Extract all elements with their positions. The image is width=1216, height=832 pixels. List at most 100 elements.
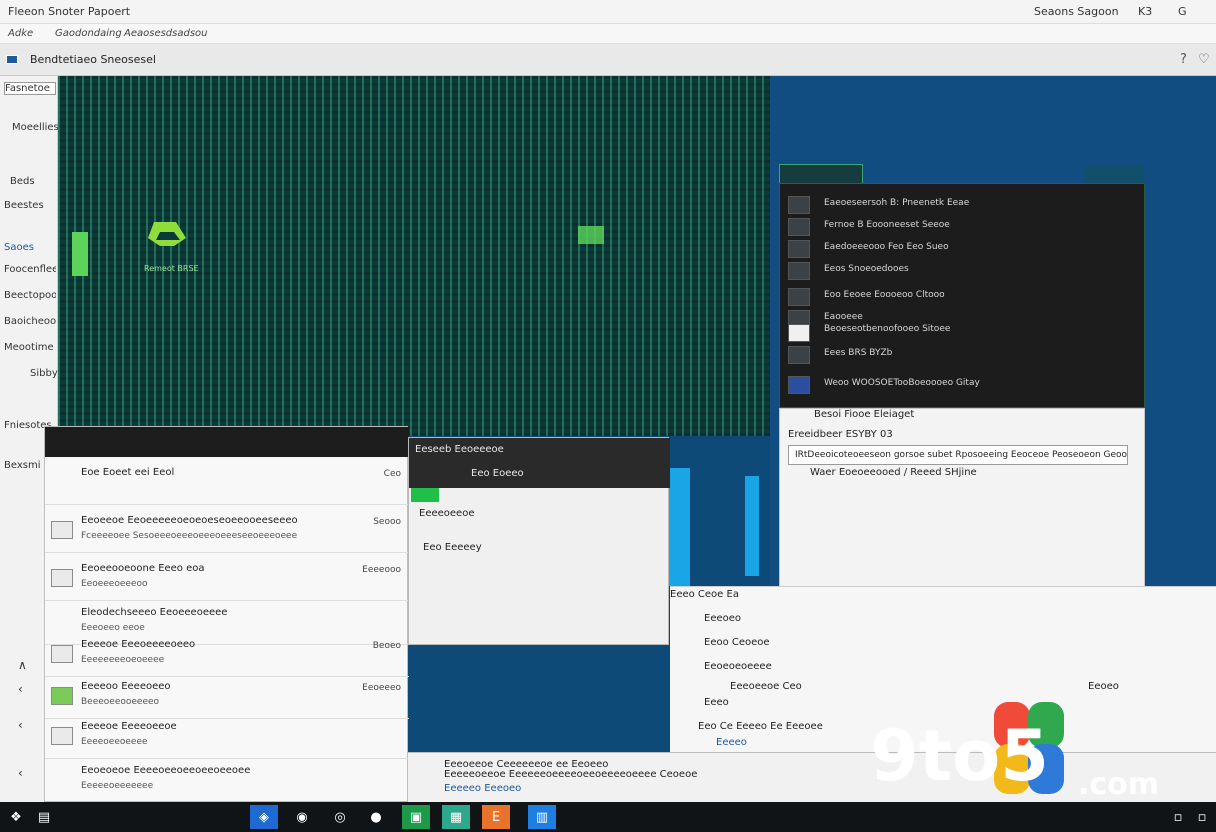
watermark-brand: 9to5	[870, 715, 1049, 797]
list-item[interactable]: Eeeeoo Eeeeoeeo Beeeoeeooeeeeo Eeoeeeo	[45, 675, 409, 719]
details-heading: Besoi Fiooe Eleiaget	[814, 409, 915, 420]
green-bar-left	[72, 232, 88, 276]
file-thumb-icon	[788, 218, 810, 236]
window-title: Fleeon Snoter Papoert	[8, 5, 131, 18]
right-window-tab[interactable]	[779, 164, 863, 184]
app6-icon[interactable]: E	[482, 805, 510, 829]
bottom-line-3: Eeoo Ceoeoe	[704, 637, 770, 648]
menu-item-3[interactable]: Aeaosesdsadsou	[124, 28, 208, 39]
list-item[interactable]: Eeeeoe Eeeoeeeeoeeo Eeeeeeeeoeoeeee Beoeo	[45, 633, 409, 677]
sidebar-item-1[interactable]: Moeellies	[12, 122, 64, 133]
app5-icon[interactable]: ▦	[442, 805, 470, 829]
middle-window-title: Eeseeb Eeoeeeoe	[415, 444, 504, 455]
bottom-line-mid: Eeeoeeoe Ceo	[730, 681, 802, 692]
list-item[interactable]: Eoo Eeoee Eoooeoo Cltooo	[788, 286, 1138, 308]
watermark-domain: .com	[1078, 767, 1159, 800]
list-item[interactable]: Weoo WOOSOETooBoeoooeo Gitay	[788, 374, 1138, 396]
sidebar-item-5[interactable]: Foocenflee	[4, 264, 56, 275]
app2-icon[interactable]: ◎	[326, 805, 354, 829]
list-item[interactable]: Beoeseotbenoofooeo Sitoee	[788, 322, 1138, 344]
taskbar: ❖ ▤ ◈ ◉ ◎ ● ▣ ▦ E ▥ ▫ ▫	[0, 802, 1216, 832]
file-icon[interactable]: ▤	[30, 805, 58, 829]
list-item[interactable]: Eeeeoe Eeeeoeeoe Eeeeoeeoeeee	[45, 715, 409, 759]
matrix-label: Remeot BRSE	[144, 264, 199, 273]
menu-item-2[interactable]: Gaodondaing	[55, 28, 122, 39]
list-item[interactable]: Eaedoeeeooo Feo Eeo Sueo	[788, 238, 1138, 260]
left-window-header	[45, 427, 409, 457]
sidebar-item-8[interactable]: Meootime	[4, 342, 56, 353]
folder-icon	[51, 521, 73, 539]
bottom-line-2: Eeeoeo	[704, 613, 742, 624]
bottom-line-right: Eeoeo	[1088, 681, 1119, 692]
list-item[interactable]: Eeoeeoe Eeoeeeeeoeoeoeseoeeooeeseeeo Fcee…	[45, 509, 409, 553]
bottom-line-low2: Eeeeo	[716, 737, 747, 748]
sidebar-item-7[interactable]: Baoicheoooder	[4, 316, 56, 327]
chevron-left-icon-1[interactable]: ‹	[18, 682, 23, 696]
list-item[interactable]: Fernoe B Eoooneeset Seeoe	[788, 216, 1138, 238]
address-bar: Bendtetiaeo Sneosesel ? ♡	[0, 44, 1216, 76]
sidebar-search-input[interactable]: Fasnetoe	[4, 82, 56, 95]
details-path-field[interactable]: IRtDeeoicoteoeeseon gorsoe subet Rposoee…	[788, 445, 1128, 465]
file-icon	[51, 687, 73, 705]
app1-icon[interactable]: ◈	[250, 805, 278, 829]
middle-window: Eeseeb Eeoeeeoe Eeo Eoeeo Eeeeoeeoe Eeo …	[408, 437, 670, 645]
file-thumb-icon	[788, 324, 810, 342]
sidebar-item-6[interactable]: Beectopoonent	[4, 290, 56, 301]
file-list-window: Eaeoeseersoh B: Pneenetk Eeae Fernoe B E…	[779, 183, 1145, 408]
file-thumb-icon	[788, 346, 810, 364]
list-item[interactable]: Eeoeoeoe Eeeeoeeoeeoeeoeeoee Eeeeeoeeeeee…	[45, 759, 409, 803]
bottom-line-1: Eeeo Ceoe Ea	[670, 589, 739, 600]
sidebar-item-2[interactable]: Beds	[10, 176, 62, 187]
recycle-icon	[148, 222, 186, 246]
middle-line-1: Eeeeoeeoe	[419, 508, 475, 519]
address-title: Bendtetiaeo Sneosesel	[30, 53, 156, 66]
green-block	[578, 226, 604, 244]
app3-icon[interactable]: ●	[362, 805, 390, 829]
menu-item-1[interactable]: Adke	[8, 28, 33, 39]
file-thumb-icon	[788, 196, 810, 214]
windows-icon[interactable]: ❖	[2, 805, 30, 829]
menu-bar: Adke Gaodondaing Aeaosesdsadsou	[0, 24, 1216, 44]
sidebar-item-3[interactable]: Beestes	[4, 200, 56, 211]
favorite-icon[interactable]: ♡	[1198, 52, 1210, 67]
green-indicator	[411, 488, 439, 502]
file-thumb-icon	[788, 288, 810, 306]
details-line-1: Ereeidbeer ESYBY 03	[788, 429, 893, 440]
app4-icon[interactable]: ▣	[402, 805, 430, 829]
file-thumb-icon	[788, 262, 810, 280]
list-item[interactable]: Eeoeeooeoone Eeeo eoa Eeoeeeoeeeoo Eeeeooo	[45, 557, 409, 601]
chevron-up-icon[interactable]: ∧	[18, 658, 27, 672]
sidebar-item-4[interactable]: Saoes	[4, 242, 56, 253]
middle-window-subtitle: Eeo Eoeeo	[471, 468, 524, 479]
list-item[interactable]: Eoe Eoeet eei Eeol Ceo	[45, 461, 409, 505]
bottom-line-4: Eeoeoeoeeee	[704, 661, 772, 672]
list-item[interactable]: Eees BRS BYZb	[788, 344, 1138, 366]
bottom-bar-line-3: Eeeeeo Eeeoeo	[444, 783, 522, 794]
window-right-label: Seaons Sagoon	[1034, 5, 1119, 18]
bottom-line-low: Eeo Ce Eeeeo Ee Eeeoee	[698, 721, 823, 732]
tray-icon-2[interactable]: ▫	[1188, 805, 1216, 829]
blue-accent-bar-2	[745, 476, 759, 576]
file-icon	[51, 645, 73, 663]
file-thumb-icon	[788, 240, 810, 258]
list-item[interactable]: Eaeoeseersoh B: Pneenetk Eeae	[788, 194, 1138, 216]
middle-window-header: Eeseeb Eeoeeeoe Eeo Eoeeo	[409, 438, 670, 488]
left-list-window: Eoe Eoeet eei Eeol Ceo Eeoeeoe Eeoeeeeeoe…	[44, 426, 409, 803]
control-g[interactable]: G	[1178, 5, 1187, 18]
bottom-line-5: Eeeo	[704, 697, 729, 708]
file-icon	[51, 727, 73, 745]
details-line-2: Waer Eoeoeeooed / Reeed SHjine	[810, 467, 977, 478]
window-titlebar: Fleeon Snoter Papoert Seaons Sagoon K3 G	[0, 0, 1216, 24]
app-logo-icon	[6, 55, 18, 64]
matrix-canvas: Remeot BRSE	[58, 76, 770, 436]
control-k3[interactable]: K3	[1138, 5, 1152, 18]
file-icon	[51, 569, 73, 587]
bottom-bar-line-2: Eeeeeoeeoe Eeeeeeoeeeeoeeoeeeeoeeee Ceoe…	[444, 769, 698, 780]
app7-icon[interactable]: ▥	[528, 805, 556, 829]
chevron-left-icon-3[interactable]: ‹	[18, 766, 23, 780]
middle-line-2: Eeo Eeeeey	[423, 542, 482, 553]
list-item[interactable]: Eeos Snoeoedooes	[788, 260, 1138, 282]
chevron-left-icon-2[interactable]: ‹	[18, 718, 23, 732]
chrome-icon[interactable]: ◉	[288, 805, 316, 829]
help-icon[interactable]: ?	[1180, 52, 1187, 67]
